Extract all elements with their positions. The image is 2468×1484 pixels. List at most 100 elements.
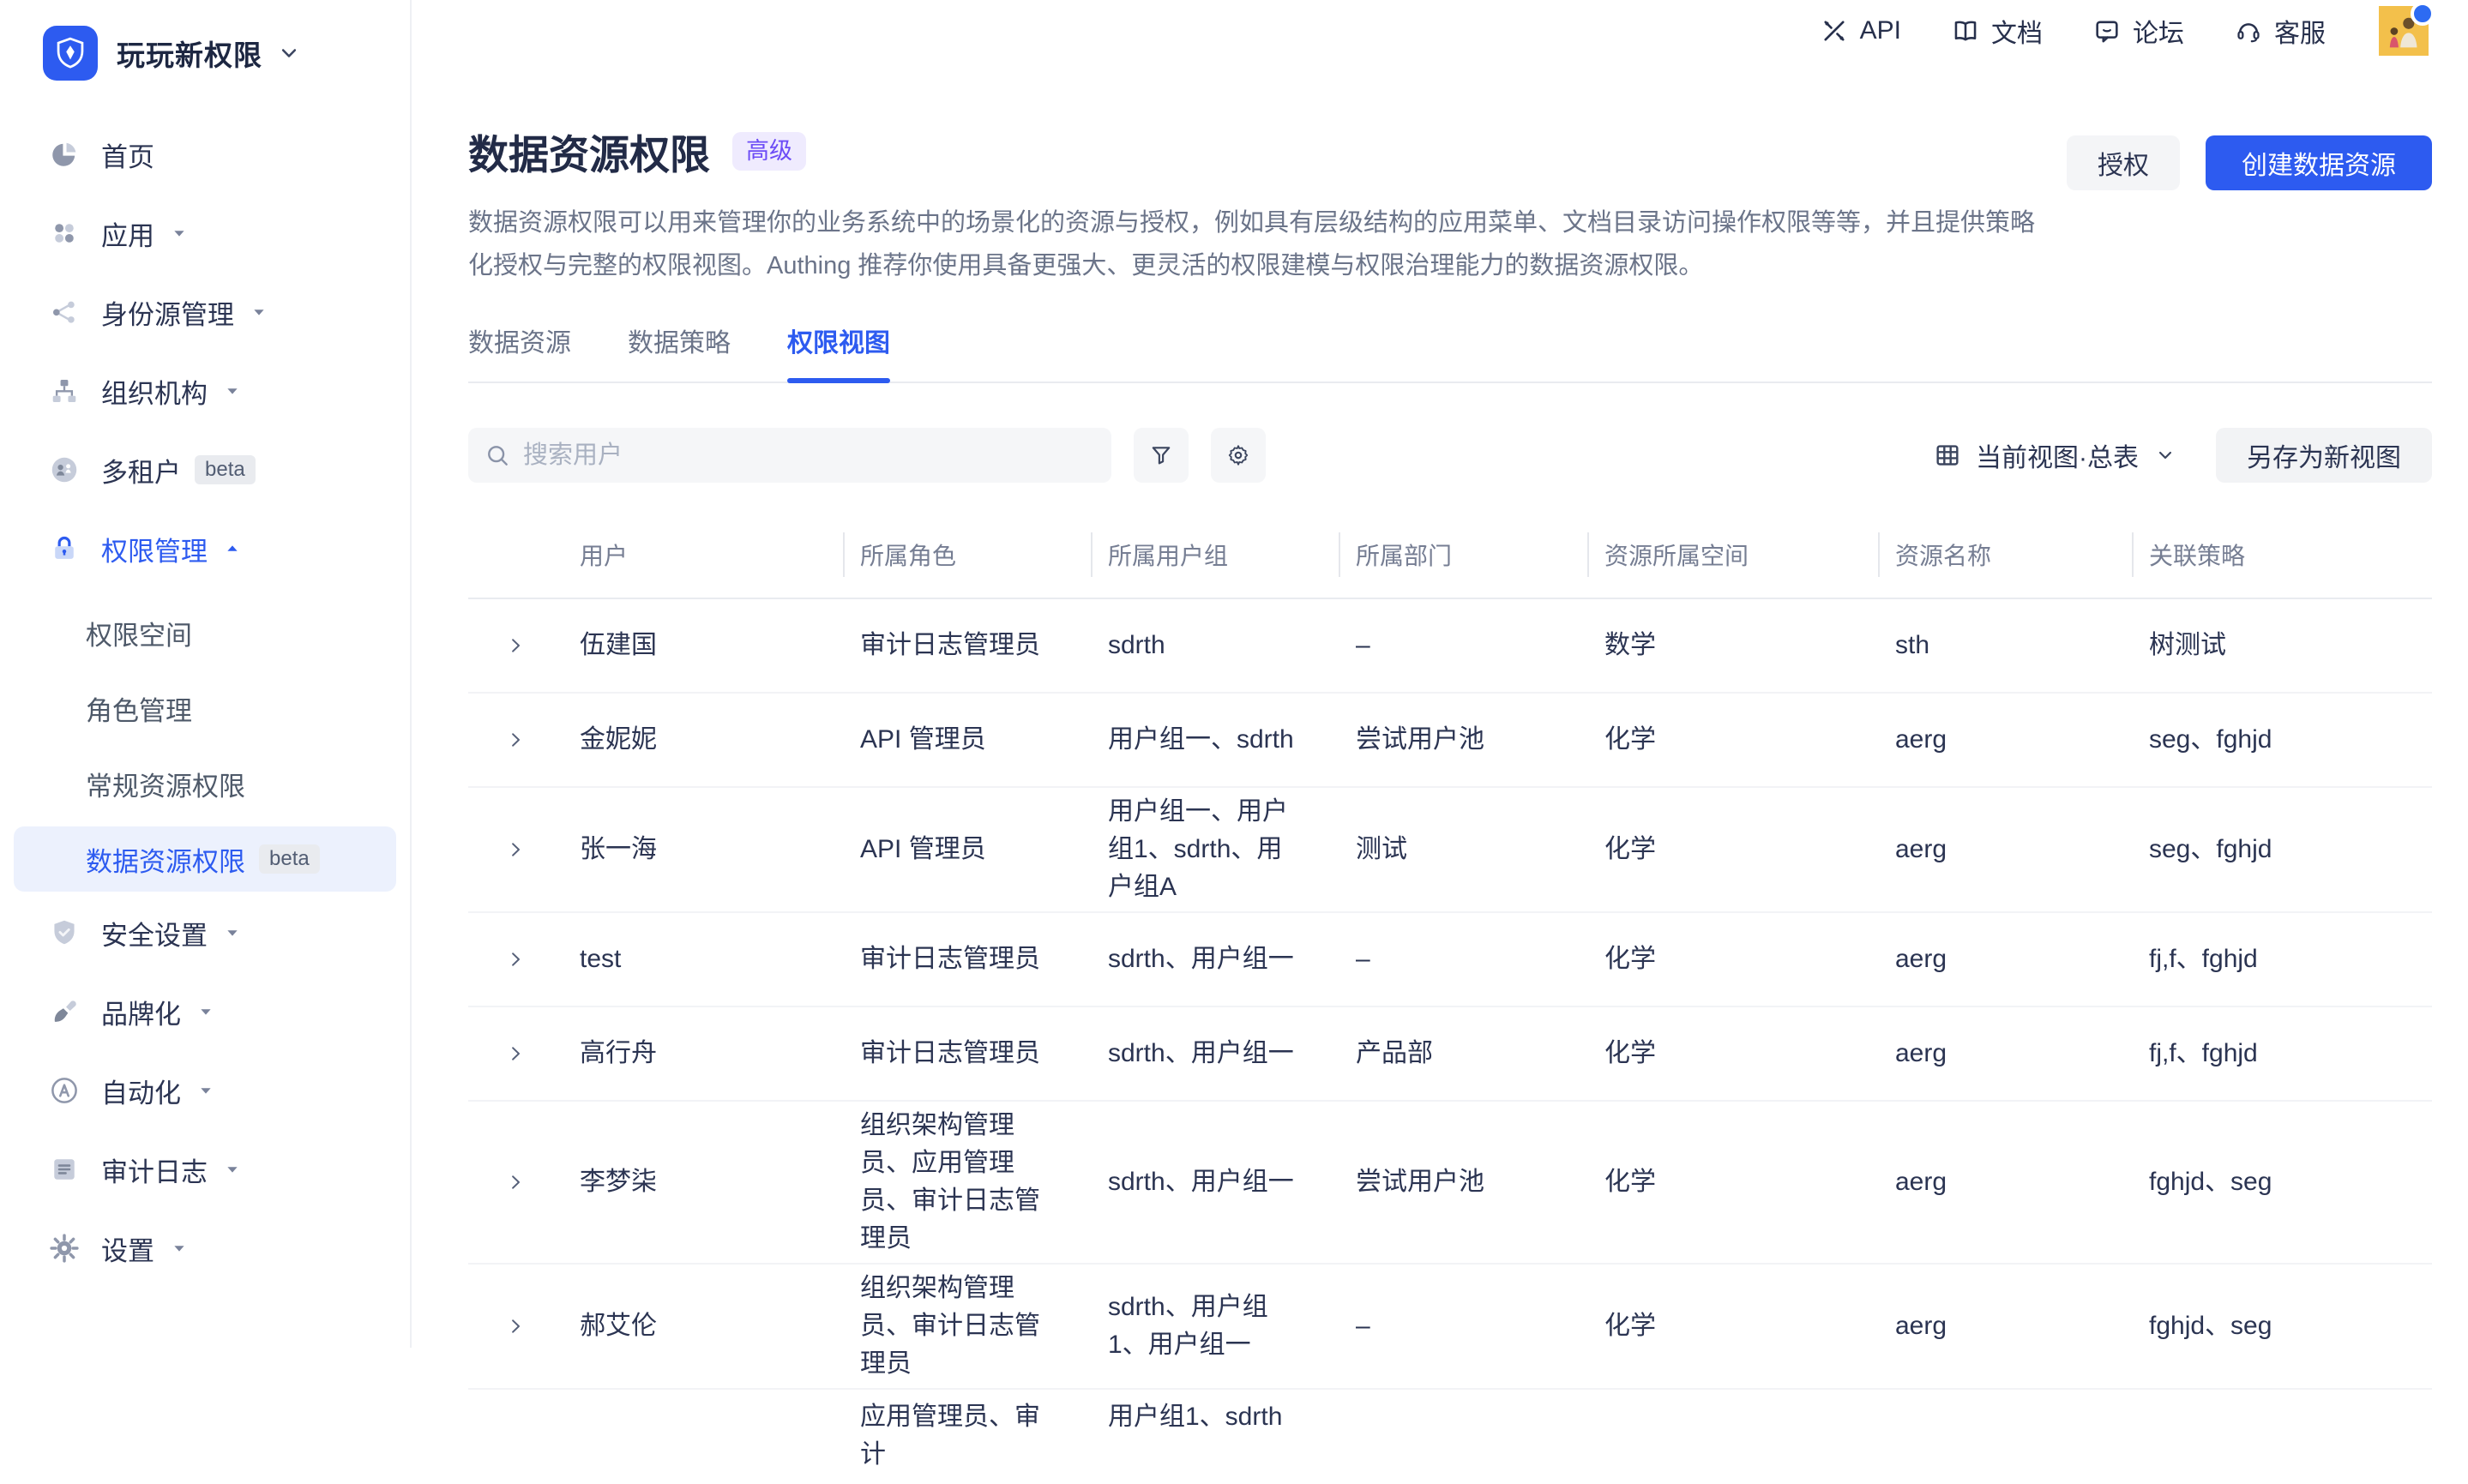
forum-icon xyxy=(2092,16,2122,45)
cell-dept: 尝试用户池 xyxy=(1339,721,1587,759)
page-title: 数据资源权限 xyxy=(468,122,710,181)
row-expand-button[interactable] xyxy=(498,628,533,663)
page-content: 数据资源权限 高级 数据资源权限可以用来管理你的业务系统中的场景化的资源与授权，… xyxy=(412,122,2468,1484)
sidebar-subitem-permission-space[interactable]: 权限空间 xyxy=(14,600,396,665)
tab-bar: 数据资源数据策略权限视图 xyxy=(468,321,2432,383)
tab-data-resources[interactable]: 数据资源 xyxy=(468,321,571,382)
topbar-link-label: 论坛 xyxy=(2133,12,2184,50)
cell-resource: sth xyxy=(1878,627,2132,664)
sidebar-item-organization[interactable]: 组织机构 xyxy=(0,363,410,418)
shield-check-icon xyxy=(48,916,81,949)
cell-policies: fghjd、seg xyxy=(2132,1307,2432,1345)
cell-roles: 审计日志管理员 xyxy=(843,940,1091,978)
beta-badge: beta xyxy=(195,455,256,484)
topbar-links: API 文档 论坛 客服 xyxy=(1820,12,2326,50)
cell-dept: – xyxy=(1339,940,1587,978)
search-input[interactable] xyxy=(468,428,1111,483)
topbar-link-label: 客服 xyxy=(2274,12,2326,50)
sidebar-subitem-label: 角色管理 xyxy=(86,689,192,728)
sidebar-item-label: 设置 xyxy=(101,1229,154,1268)
cell-space: 化学 xyxy=(1587,721,1878,759)
filter-button[interactable] xyxy=(1134,428,1189,483)
caret-down-icon xyxy=(195,1000,217,1023)
tab-data-policies[interactable]: 数据策略 xyxy=(628,321,731,382)
cell-resource: aerg xyxy=(1878,831,2132,868)
sidebar-item-label: 品牌化 xyxy=(101,993,181,1031)
tab-permission-view[interactable]: 权限视图 xyxy=(787,321,890,382)
user-avatar[interactable] xyxy=(2379,6,2429,56)
row-expand-button[interactable] xyxy=(498,942,533,976)
cell-resource: aerg xyxy=(1878,1035,2132,1072)
sidebar-subitem-label: 数据资源权限 xyxy=(86,840,245,879)
sidebar-item-tenants[interactable]: 多租户beta xyxy=(0,442,410,497)
sidebar-item-security[interactable]: 安全设置 xyxy=(0,905,410,960)
sidebar-item-branding[interactable]: 品牌化 xyxy=(0,984,410,1039)
app-root: 玩玩新权限 首页应用身份源管理组织机构多租户beta 权限管理权限空间角色管理常规… xyxy=(0,0,2468,1348)
table-row: 伍建国审计日志管理员sdrth–数学sth树测试 xyxy=(468,599,2432,694)
cell-space: 化学 xyxy=(1587,1163,1878,1201)
cell-user: 郝艾伦 xyxy=(563,1307,843,1345)
sidebar-item-audit-logs[interactable]: 审计日志 xyxy=(0,1142,410,1197)
cell-user: 伍建国 xyxy=(563,627,843,664)
caret-down-icon xyxy=(168,222,190,244)
column-settings-button[interactable] xyxy=(1211,428,1266,483)
audit-log-icon xyxy=(48,1153,81,1186)
cell-roles: 审计日志管理员 xyxy=(843,1035,1091,1072)
page-title-row: 数据资源权限 高级 xyxy=(468,122,2055,181)
sidebar-item-home[interactable]: 首页 xyxy=(0,127,410,182)
row-expand-button[interactable] xyxy=(498,1309,533,1343)
cell-policies: 树测试 xyxy=(2132,627,2432,664)
apps-icon xyxy=(48,217,81,249)
topbar-link-label: 文档 xyxy=(1991,12,2043,50)
sidebar-subitem-general-resource-permissions[interactable]: 常规资源权限 xyxy=(14,751,396,816)
sidebar-subitem-role-management[interactable]: 角色管理 xyxy=(14,676,396,741)
sidebar-item-automation[interactable]: 自动化 xyxy=(0,1063,410,1118)
cell-user: test xyxy=(563,940,843,978)
sidebar-item-label: 组织机构 xyxy=(101,372,208,411)
automation-icon xyxy=(48,1074,81,1107)
cell-resource: aerg xyxy=(1878,1307,2132,1345)
row-expand-button[interactable] xyxy=(498,1165,533,1199)
topbar-link-support[interactable]: 客服 xyxy=(2234,12,2326,50)
caret-up-icon xyxy=(221,538,244,560)
workspace-switcher[interactable]: 玩玩新权限 xyxy=(0,26,410,81)
view-switcher[interactable]: 当前视图·总表 xyxy=(1933,436,2176,474)
toolbar-right: 当前视图·总表 另存为新视图 xyxy=(1933,428,2432,483)
table-row: test审计日志管理员sdrth、用户组一–化学aergfj,f、fghjd xyxy=(468,913,2432,1007)
caret-down-icon xyxy=(221,380,244,402)
topbar: API 文档 论坛 客服 xyxy=(412,0,2468,62)
row-expand-button[interactable] xyxy=(498,832,533,867)
sidebar-item-settings[interactable]: 设置 xyxy=(0,1221,410,1276)
cell-roles: API 管理员 xyxy=(843,721,1091,759)
table-row: 高行舟审计日志管理员sdrth、用户组一产品部化学aergfj,f、fghjd xyxy=(468,1007,2432,1102)
cell-dept: 测试 xyxy=(1339,831,1587,868)
chevron-right-icon xyxy=(504,948,527,970)
cell-dept: 尝试用户池 xyxy=(1339,1163,1587,1201)
table-row: 李梦柒组织架构管理员、应用管理员、审计日志管理员sdrth、用户组一尝试用户池化… xyxy=(468,1102,2432,1265)
sidebar-item-apps[interactable]: 应用 xyxy=(0,206,410,261)
save-as-new-view-button[interactable]: 另存为新视图 xyxy=(2216,428,2432,483)
sidebar-item-permissions[interactable]: 权限管理 xyxy=(0,521,410,576)
topbar-link-docs[interactable]: 文档 xyxy=(1951,12,2043,50)
chevron-right-icon xyxy=(504,1171,527,1193)
row-expand-button[interactable] xyxy=(498,1036,533,1071)
cell-groups: 用户组1、sdrth xyxy=(1091,1398,1339,1436)
cell-groups: sdrth、用户组一 xyxy=(1091,1163,1339,1201)
topbar-link-label: API xyxy=(1860,16,1901,45)
table-row: 应用管理员、审计用户组1、sdrth xyxy=(468,1390,2432,1484)
chevron-down-icon xyxy=(276,40,302,66)
sidebar-subitem-data-resource-permissions[interactable]: 数据资源权限beta xyxy=(14,826,396,892)
cell-groups: 用户组一、用户组1、sdrth、用户组A xyxy=(1091,793,1339,906)
sidebar-item-label: 自动化 xyxy=(101,1072,181,1110)
column-header-user: 用户 xyxy=(563,538,843,572)
sidebar-item-label: 应用 xyxy=(101,214,154,253)
create-data-resource-button[interactable]: 创建数据资源 xyxy=(2206,135,2432,190)
topbar-link-forum[interactable]: 论坛 xyxy=(2092,12,2184,50)
chevron-right-icon xyxy=(504,1315,527,1337)
permission-table: 用户所属角色所属用户组所属部门资源所属空间资源名称关联策略 伍建国审计日志管理员… xyxy=(468,512,2432,1484)
sidebar-item-identity-sources[interactable]: 身份源管理 xyxy=(0,285,410,339)
authorize-button[interactable]: 授权 xyxy=(2067,135,2180,190)
cell-roles: 审计日志管理员 xyxy=(843,627,1091,664)
topbar-link-api[interactable]: API xyxy=(1820,16,1901,45)
row-expand-button[interactable] xyxy=(498,723,533,757)
